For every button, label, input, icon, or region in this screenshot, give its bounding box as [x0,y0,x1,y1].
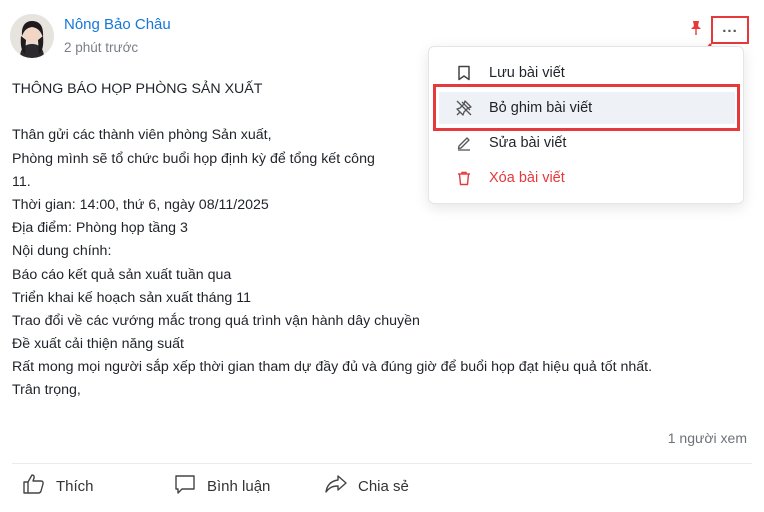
author-name[interactable]: Nông Bảo Châu [64,16,171,33]
share-label: Chia sẻ [358,477,409,495]
bookmark-icon [455,64,473,82]
more-icon: ... [722,18,738,36]
avatar[interactable] [10,14,54,58]
divider [12,463,752,464]
trash-icon [455,169,473,187]
post-line: Triển khai kế hoạch sản xuất tháng 11 [12,289,251,306]
post-options-menu: Lưu bài viết Bỏ ghim bài viết Sửa bài vi… [428,46,744,204]
edit-icon [455,134,473,152]
menu-item-label: Sửa bài viết [489,135,567,151]
share-button[interactable]: Chia sẻ [324,472,409,500]
menu-item-save[interactable]: Lưu bài viết [439,57,735,89]
pin-icon [689,20,703,36]
post-line: Trân trọng, [12,382,81,399]
thumbs-up-icon [22,472,56,500]
unpin-icon [455,99,473,117]
post-line: Trao đổi về các vướng mắc trong quá trìn… [12,312,420,329]
post-timestamp: 2 phút trước [64,40,139,55]
comment-icon [173,472,207,500]
menu-item-label: Lưu bài viết [489,65,565,81]
post-line: Báo cáo kết quả sản xuất tuần qua [12,266,232,283]
menu-item-label: Bỏ ghim bài viết [489,100,593,116]
comment-label: Bình luận [207,477,271,495]
share-icon [324,472,358,500]
post-line: Địa điểm: Phòng họp tầng 3 [12,220,188,237]
menu-item-unpin[interactable]: Bỏ ghim bài viết [439,92,735,124]
post-line: Rất mong mọi người sắp xếp thời gian tha… [12,359,653,376]
more-options-button[interactable]: ... [711,16,749,44]
menu-item-delete[interactable]: Xóa bài viết [439,162,735,194]
like-label: Thích [56,477,94,495]
menu-item-label: Xóa bài viết [489,170,565,186]
post-line: Nội dung chính: [12,243,112,260]
menu-item-edit[interactable]: Sửa bài viết [439,127,735,159]
post-line: Đề xuất cải thiện năng suất [12,336,184,353]
comment-button[interactable]: Bình luận [173,472,270,500]
view-count[interactable]: 1 người xem [668,430,747,446]
like-button[interactable]: Thích [22,472,94,500]
